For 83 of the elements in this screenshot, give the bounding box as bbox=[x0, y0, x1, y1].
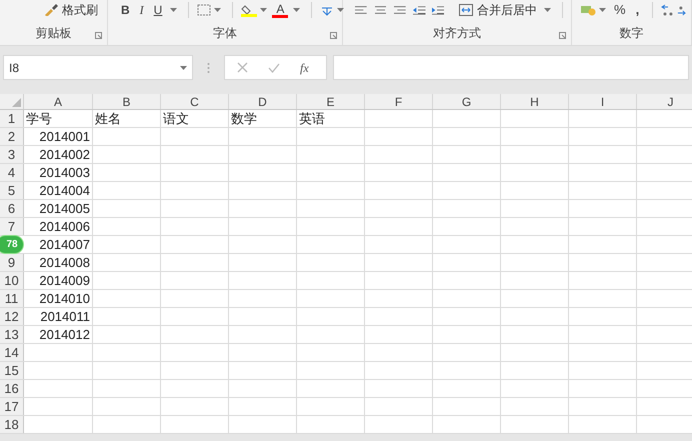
row-header[interactable]: 17 bbox=[0, 398, 24, 415]
row-header[interactable]: 6 bbox=[0, 200, 24, 217]
table-cell: 语文 bbox=[161, 110, 229, 127]
group-label: 剪贴板 bbox=[36, 25, 72, 42]
row-header[interactable]: 13 bbox=[0, 326, 24, 343]
comma-style-button[interactable]: , bbox=[630, 0, 644, 20]
column-header[interactable]: I bbox=[569, 94, 637, 109]
table-cell: 2014003 bbox=[24, 164, 93, 181]
percent-button[interactable]: % bbox=[609, 0, 631, 20]
table-cell: 数学 bbox=[229, 110, 297, 127]
row-header[interactable]: 9 bbox=[0, 254, 24, 271]
row-header[interactable]: 14 bbox=[0, 344, 24, 361]
caret-icon bbox=[544, 8, 552, 12]
dialog-launcher-icon[interactable] bbox=[559, 32, 566, 39]
column-header[interactable]: F bbox=[365, 94, 433, 109]
table-cell: 姓名 bbox=[93, 110, 161, 127]
format-painter-button[interactable]: 格式刷 bbox=[40, 1, 102, 19]
name-box[interactable]: I8 bbox=[3, 55, 193, 80]
group-label: 字体 bbox=[213, 25, 237, 42]
row-header[interactable]: 4 bbox=[0, 164, 24, 181]
table-cell: 2014009 bbox=[24, 272, 93, 289]
table-cell: 2014001 bbox=[24, 128, 93, 145]
row-header[interactable]: 1 bbox=[0, 110, 24, 127]
column-header[interactable]: G bbox=[433, 94, 501, 109]
column-header[interactable]: H bbox=[501, 94, 569, 109]
table-cell: 学号 bbox=[24, 110, 93, 127]
fill-color-icon[interactable] bbox=[241, 4, 258, 16]
align-icon[interactable] bbox=[374, 5, 386, 15]
row-header[interactable]: 3 bbox=[0, 146, 24, 163]
row-header[interactable]: 10 bbox=[0, 272, 24, 289]
row-header[interactable]: 18 bbox=[0, 416, 24, 433]
indent-icon[interactable] bbox=[413, 4, 426, 16]
column-header[interactable]: C bbox=[161, 94, 229, 109]
align-icon[interactable] bbox=[394, 5, 406, 15]
column-header[interactable]: J bbox=[637, 94, 692, 109]
formula-input[interactable] bbox=[333, 55, 689, 80]
align-icon[interactable] bbox=[355, 5, 367, 15]
caret-icon bbox=[337, 8, 344, 12]
table-cell: 2014008 bbox=[24, 254, 93, 271]
group-label: 对齐方式 bbox=[433, 25, 481, 42]
group-label: 数字 bbox=[620, 25, 644, 42]
row-header[interactable]: 2 bbox=[0, 128, 24, 145]
row-header[interactable]: 15 bbox=[0, 362, 24, 379]
insert-function-button[interactable]: fx bbox=[300, 58, 309, 76]
column-header[interactable]: A bbox=[24, 94, 93, 109]
row-header[interactable]: 7 bbox=[0, 218, 24, 235]
table-cell: 2014002 bbox=[24, 146, 93, 163]
table-cell: 2014012 bbox=[24, 326, 93, 343]
row-header[interactable]: 12 bbox=[0, 308, 24, 325]
row-header[interactable]: 11 bbox=[0, 290, 24, 307]
italic-button[interactable]: I bbox=[134, 1, 149, 19]
currency-icon[interactable] bbox=[580, 4, 596, 16]
drag-handle-icon[interactable] bbox=[207, 62, 210, 74]
merge-cells-icon bbox=[459, 4, 474, 16]
table-cell: 英语 bbox=[297, 110, 365, 127]
table-cell: 2014006 bbox=[24, 218, 93, 235]
table-cell: 2014010 bbox=[24, 290, 93, 307]
table-cell: 2014004 bbox=[24, 182, 93, 199]
row-header[interactable]: 5 bbox=[0, 182, 24, 199]
caret-icon bbox=[260, 8, 268, 12]
caret-icon bbox=[170, 8, 178, 12]
merge-center-button[interactable]: 合并后居中 bbox=[455, 1, 542, 19]
caret-icon bbox=[214, 8, 222, 12]
table-cell: 2014011 bbox=[24, 308, 93, 325]
column-header[interactable]: E bbox=[297, 94, 365, 109]
border-icon[interactable] bbox=[197, 4, 212, 16]
underline-button[interactable]: U bbox=[148, 1, 168, 19]
caret-icon bbox=[180, 66, 187, 70]
caret-icon bbox=[599, 8, 606, 12]
select-all-icon[interactable] bbox=[12, 98, 21, 107]
bold-button[interactable]: B bbox=[116, 1, 135, 19]
indent-icon[interactable] bbox=[432, 4, 444, 16]
column-header[interactable]: B bbox=[93, 94, 161, 109]
dialog-launcher-icon[interactable] bbox=[95, 32, 102, 39]
brush-icon bbox=[44, 4, 58, 16]
font-color-button[interactable]: A bbox=[270, 2, 290, 18]
dialog-launcher-icon[interactable] bbox=[330, 32, 337, 39]
column-header[interactable]: D bbox=[229, 94, 297, 109]
caret-icon bbox=[293, 8, 300, 12]
close-icon[interactable] bbox=[237, 62, 248, 73]
check-icon[interactable] bbox=[268, 62, 280, 72]
row-header[interactable]: 16 bbox=[0, 380, 24, 397]
table-cell: 2014005 bbox=[24, 200, 93, 217]
